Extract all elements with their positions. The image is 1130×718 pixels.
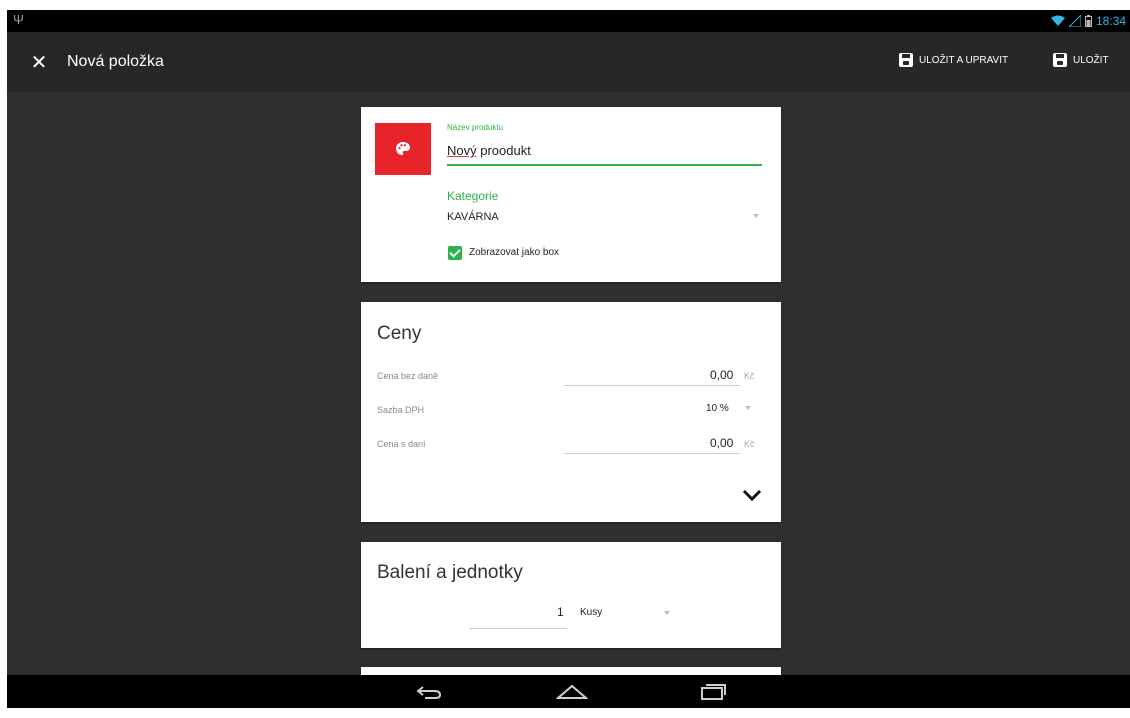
price-without-tax-label: Cena bez daně (377, 371, 439, 381)
packaging-card: Balení a jednotky 1 Kusy (361, 542, 781, 648)
home-icon (556, 684, 588, 699)
navigation-bar (7, 675, 1130, 708)
save-and-edit-button[interactable]: ULOŽIT A UPRAVIT (899, 53, 1008, 67)
show-as-box-checkbox[interactable] (448, 246, 462, 260)
app-screen: Ψ 18:34 ✕ Nová položka ULOŽIT A UPRAVIT … (7, 10, 1130, 708)
back-icon (416, 686, 442, 699)
action-bar: ✕ Nová položka ULOŽIT A UPRAVIT ULOŽIT (7, 32, 1130, 92)
usb-icon: Ψ (13, 12, 24, 27)
price-with-tax-label: Cena s daní (377, 439, 426, 449)
price-with-tax-unit: Kč (744, 439, 755, 449)
product-name-input[interactable]: Nový proodukt (447, 143, 531, 158)
prices-title: Ceny (377, 323, 422, 344)
close-button[interactable]: ✕ (27, 49, 51, 75)
close-icon: ✕ (30, 51, 48, 74)
product-image-button[interactable] (375, 123, 431, 175)
product-name-rest: proodukt (476, 143, 531, 158)
price-with-tax-underline (564, 453, 740, 454)
price-without-tax-unit: Kč (744, 371, 755, 381)
signal-icon (1068, 15, 1081, 27)
packaging-title: Balení a jednotky (377, 562, 523, 583)
next-card (361, 667, 781, 675)
price-without-tax-input[interactable]: 0,00 (710, 368, 733, 382)
status-icons: 18:34 (1050, 13, 1126, 29)
save-icon (1053, 53, 1067, 67)
show-as-box-label[interactable]: Zobrazovat jako box (469, 247, 559, 258)
back-button[interactable] (409, 681, 449, 703)
category-select[interactable]: KAVÁRNA (447, 211, 499, 223)
product-card: Název produktu Nový proodukt Kategorie K… (361, 107, 781, 282)
home-button[interactable] (552, 681, 592, 703)
chevron-down-icon[interactable] (753, 214, 759, 218)
battery-icon (1084, 15, 1092, 27)
price-with-tax-input[interactable]: 0,00 (710, 436, 733, 450)
save-button[interactable]: ULOŽIT (1053, 53, 1109, 67)
recent-apps-icon (701, 684, 726, 700)
wifi-icon (1050, 15, 1065, 26)
price-without-tax-underline (564, 385, 740, 386)
palette-icon (396, 142, 410, 155)
unit-select[interactable]: Kusy (580, 607, 602, 618)
vat-rate-select[interactable]: 10 % (706, 403, 729, 414)
chevron-down-icon[interactable] (664, 611, 670, 615)
chevron-down-icon[interactable] (745, 406, 751, 410)
page-title: Nová položka (67, 53, 164, 70)
product-name-label: Název produktu (447, 123, 504, 132)
recent-apps-button[interactable] (693, 681, 733, 703)
status-bar: Ψ 18:34 (7, 10, 1130, 32)
quantity-underline (469, 628, 567, 629)
prices-card: Ceny Cena bez daně 0,00 Kč Sazba DPH 10 … (361, 302, 781, 522)
save-label: ULOŽIT (1073, 54, 1109, 66)
quantity-input[interactable]: 1 (557, 605, 564, 619)
save-and-edit-label: ULOŽIT A UPRAVIT (919, 54, 1009, 66)
product-name-word: Nový (447, 143, 477, 158)
product-name-underline (447, 164, 762, 166)
save-icon (899, 53, 913, 67)
category-label: Kategorie (447, 189, 499, 203)
expand-chevron-icon[interactable] (741, 488, 763, 502)
vat-rate-label: Sazba DPH (377, 405, 425, 415)
form-content[interactable]: Název produktu Nový proodukt Kategorie K… (7, 92, 1130, 675)
status-time: 18:34 (1095, 14, 1126, 28)
